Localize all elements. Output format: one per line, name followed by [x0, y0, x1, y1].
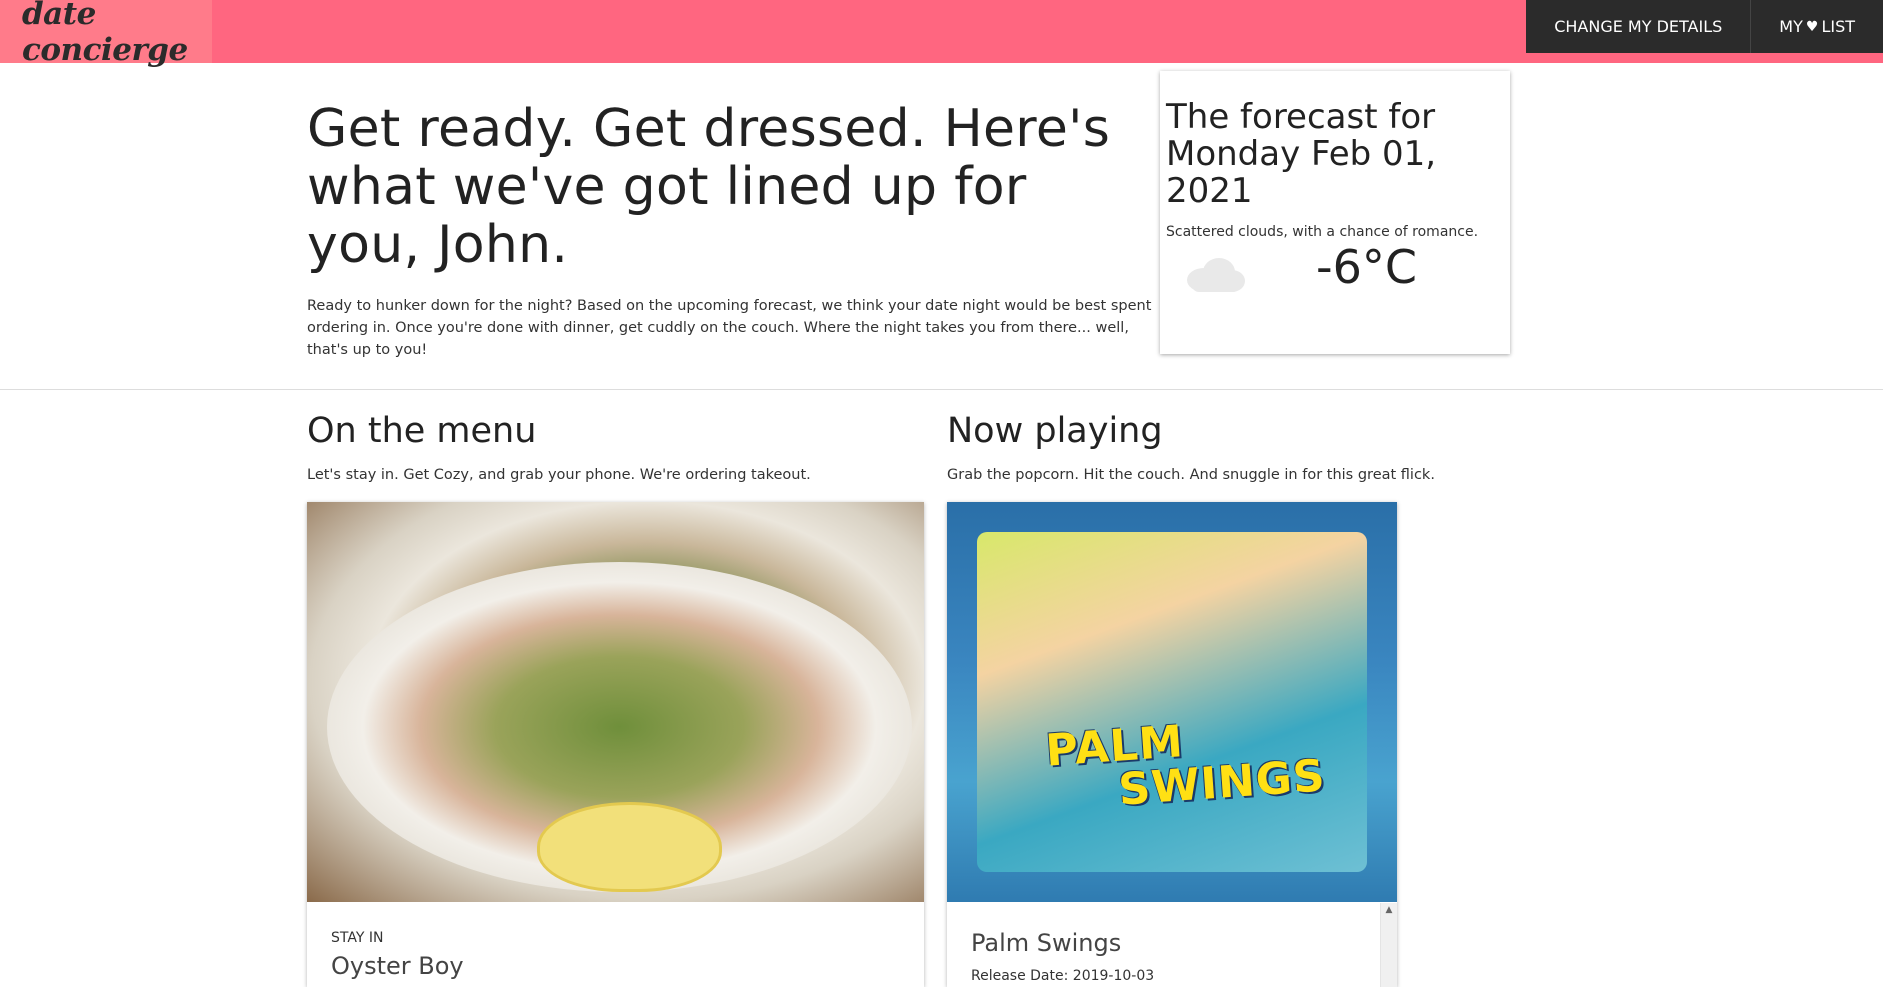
movie-name[interactable]: Palm Swings: [971, 929, 1121, 957]
cloud-icon: [1187, 258, 1245, 292]
movie-release-date: Release Date: 2019-10-03: [971, 968, 1155, 984]
movie-poster[interactable]: PALM SWINGS: [947, 502, 1397, 902]
menu-section-subtitle: Let's stay in. Get Cozy, and grab your p…: [307, 467, 811, 483]
heart-icon: ♥: [1805, 18, 1819, 35]
my-list-prefix: MY: [1779, 17, 1803, 36]
logo[interactable]: date concierge: [0, 0, 212, 68]
forecast-title: The forecast for: [1166, 97, 1436, 137]
section-divider: [0, 389, 1883, 390]
restaurant-type-label: STAY IN: [331, 930, 384, 946]
lemon-wedge: [537, 802, 722, 892]
scroll-up-arrow-icon[interactable]: ▲: [1381, 905, 1397, 915]
restaurant-name[interactable]: Oyster Boy: [331, 952, 464, 980]
forecast-temperature: -6°C: [1316, 240, 1417, 294]
restaurant-card[interactable]: STAY IN Oyster Boy: [307, 502, 924, 987]
forecast-description: Scattered clouds, with a chance of roman…: [1166, 224, 1479, 240]
poster-artwork: [977, 532, 1367, 872]
top-bar: date concierge CHANGE MY DETAILS MY ♥ LI…: [0, 0, 1883, 68]
hero-title: Get ready. Get dressed. Here's what we'v…: [307, 99, 1111, 275]
forecast-card: The forecast for Monday Feb 01, 2021 Sca…: [1160, 71, 1510, 354]
movie-card[interactable]: PALM SWINGS Palm Swings Release Date: 20…: [947, 502, 1397, 987]
movie-section-subtitle: Grab the popcorn. Hit the couch. And snu…: [947, 467, 1435, 483]
my-list-suffix: LIST: [1821, 17, 1855, 36]
food-image[interactable]: [307, 502, 924, 902]
my-list-button[interactable]: MY ♥ LIST: [1750, 0, 1883, 53]
nav-menu: CHANGE MY DETAILS MY ♥ LIST: [1526, 0, 1883, 53]
poster-title: PALM SWINGS: [1044, 710, 1327, 817]
change-my-details-button[interactable]: CHANGE MY DETAILS: [1526, 0, 1750, 53]
menu-section-title: On the menu: [307, 411, 537, 451]
forecast-date: Monday Feb 01, 2021: [1166, 134, 1437, 211]
movie-section-title: Now playing: [947, 411, 1163, 451]
hero-text: Ready to hunker down for the night? Base…: [307, 298, 1152, 358]
card-scrollbar[interactable]: ▲: [1380, 903, 1397, 987]
